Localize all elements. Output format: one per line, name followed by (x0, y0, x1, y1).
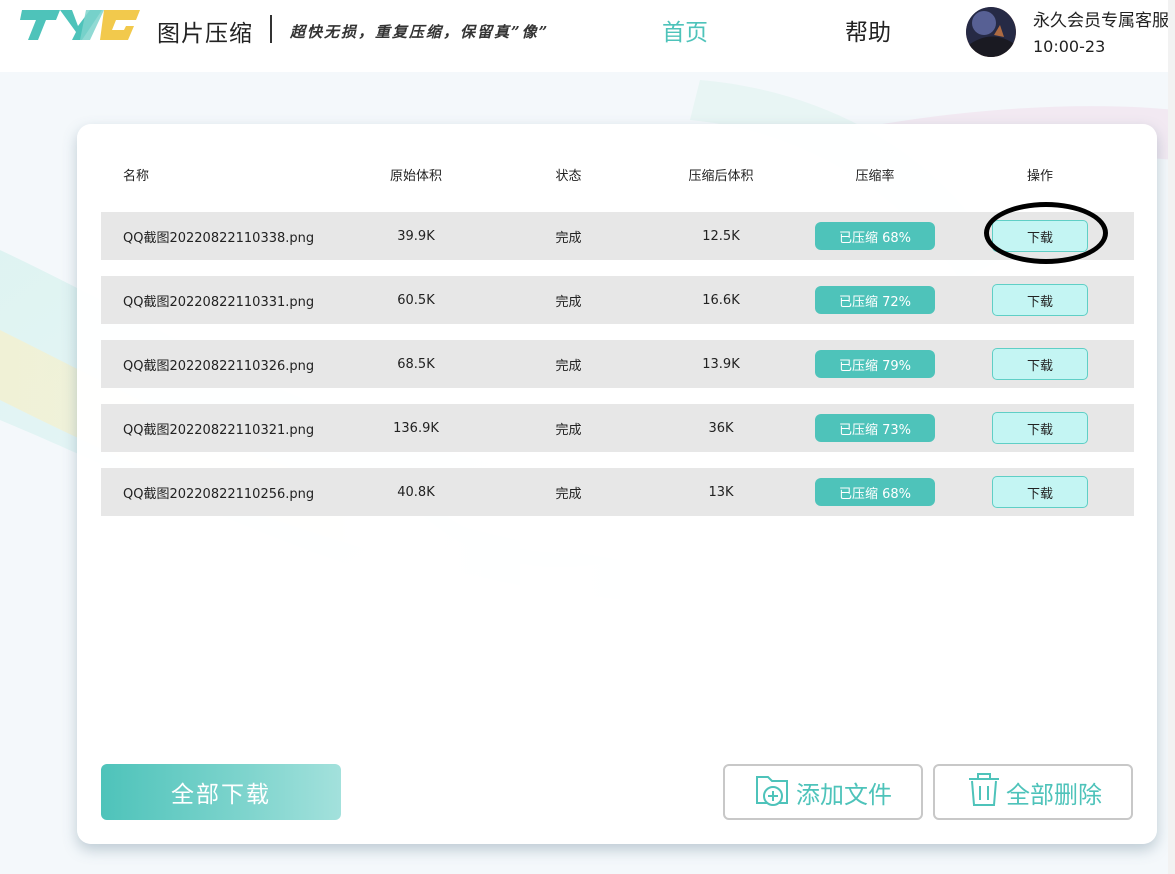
download-button[interactable]: 下载 (992, 220, 1088, 252)
file-name: QQ截图20220822110338.png (123, 230, 315, 246)
compression-list-card: 名称 原始体积 状态 压缩后体积 压缩率 操作 QQ截图202208221103… (77, 124, 1157, 844)
compression-rate-badge: 已压缩 79% (815, 350, 935, 378)
nav-help[interactable]: 帮助 (845, 13, 891, 47)
status: 完成 (555, 422, 582, 438)
compression-rate-badge: 已压缩 72% (815, 286, 935, 314)
rate-cell: 已压缩 68% (815, 212, 935, 260)
original-size: 136.9K (393, 420, 439, 436)
table-row: QQ截图20220822110321.png 136.9K 完成 36K 已压缩… (101, 404, 1134, 452)
file-name: QQ截图20220822110326.png (123, 358, 315, 374)
original-size: 39.9K (397, 228, 435, 244)
trash-icon (964, 769, 1006, 815)
top-header: 图片压缩 超快无损，重复压缩，保留真”像” 首页 帮助 永久会员专属客服 10:… (0, 0, 1175, 72)
download-button[interactable]: 下载 (992, 348, 1088, 380)
action-cell: 下载 (992, 212, 1088, 260)
original-size: 40.8K (397, 484, 435, 500)
status: 完成 (555, 358, 582, 374)
file-name: QQ截图20220822110321.png (123, 422, 315, 438)
header-name: 名称 (123, 168, 150, 184)
compression-rate-badge: 已压缩 68% (815, 478, 935, 506)
action-cell: 下载 (992, 276, 1088, 324)
compressed-size: 12.5K (702, 228, 740, 244)
add-file-button[interactable]: 添加文件 (723, 764, 923, 820)
rate-cell: 已压缩 79% (815, 340, 935, 388)
add-file-label: 添加文件 (796, 780, 892, 809)
avatar[interactable] (966, 7, 1016, 57)
header-original-size: 原始体积 (389, 168, 442, 184)
action-cell: 下载 (992, 340, 1088, 388)
compressed-size: 13K (708, 484, 734, 500)
compression-rate-badge: 已压缩 68% (815, 222, 935, 250)
app-logo (20, 6, 142, 42)
header-action: 操作 (1026, 168, 1053, 184)
table-header: 名称 原始体积 状态 压缩后体积 压缩率 操作 (101, 154, 1134, 194)
slogan: 超快无损，重复压缩，保留真”像” (290, 23, 550, 41)
app-title: 图片压缩 (157, 21, 253, 47)
download-button[interactable]: 下载 (992, 476, 1088, 508)
status: 完成 (555, 294, 582, 310)
action-cell: 下载 (992, 468, 1088, 516)
rate-cell: 已压缩 73% (815, 404, 935, 452)
user-name: 永久会员专属客服 (1033, 11, 1169, 31)
delete-all-button[interactable]: 全部删除 (933, 764, 1133, 820)
download-button[interactable]: 下载 (992, 412, 1088, 444)
action-cell: 下载 (992, 404, 1088, 452)
page-scrollbar[interactable] (1168, 0, 1175, 874)
user-service-hours: 10:00-23 (1033, 37, 1106, 56)
header-status: 状态 (555, 168, 582, 184)
rate-cell: 已压缩 72% (815, 276, 935, 324)
compression-rate-badge: 已压缩 73% (815, 414, 935, 442)
header-compression-rate: 压缩率 (855, 168, 895, 184)
header-compressed-size: 压缩后体积 (688, 168, 754, 184)
rate-cell: 已压缩 68% (815, 468, 935, 516)
folder-plus-icon (754, 769, 796, 815)
table-row: QQ截图20220822110338.png 39.9K 完成 12.5K 已压… (101, 212, 1134, 260)
delete-all-label: 全部删除 (1006, 780, 1102, 809)
compressed-size: 36K (708, 420, 734, 436)
file-name: QQ截图20220822110331.png (123, 294, 315, 310)
table-row: QQ截图20220822110326.png 68.5K 完成 13.9K 已压… (101, 340, 1134, 388)
table-row: QQ截图20220822110331.png 60.5K 完成 16.6K 已压… (101, 276, 1134, 324)
download-button[interactable]: 下载 (992, 284, 1088, 316)
compressed-size: 16.6K (702, 292, 740, 308)
nav-home[interactable]: 首页 (662, 13, 708, 47)
table-row: QQ截图20220822110256.png 40.8K 完成 13K 已压缩 … (101, 468, 1134, 516)
compressed-size: 13.9K (702, 356, 740, 372)
status: 完成 (555, 486, 582, 502)
status: 完成 (555, 230, 582, 246)
title-divider (270, 15, 272, 43)
download-all-button[interactable]: 全部下载 (101, 764, 341, 820)
original-size: 68.5K (397, 356, 435, 372)
original-size: 60.5K (397, 292, 435, 308)
file-name: QQ截图20220822110256.png (123, 486, 315, 502)
